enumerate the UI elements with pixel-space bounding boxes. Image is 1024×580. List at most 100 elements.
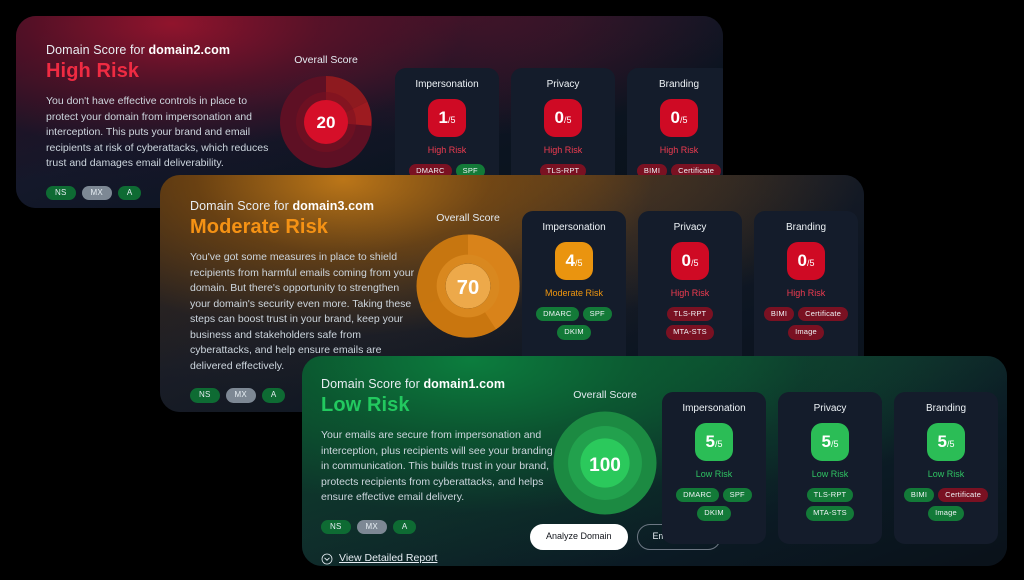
dns-chip-ns[interactable]: NS	[321, 519, 351, 535]
dns-chip-a[interactable]: A	[392, 519, 417, 535]
score-donut-svg: 70	[416, 234, 520, 338]
metric-score-badge: 1/5	[428, 99, 466, 137]
metric-score-value: 5	[821, 432, 831, 451]
metric-tags: TLS-RPT MTA-STS	[778, 488, 882, 521]
metric-title: Impersonation	[415, 79, 479, 90]
metric-score-value: 5	[937, 432, 947, 451]
metric-risk-label: High Risk	[670, 288, 710, 298]
metric-risk-label: Low Risk	[811, 469, 849, 479]
metric-title: Privacy	[813, 403, 847, 414]
view-detailed-report-link[interactable]: View Detailed Report	[321, 552, 553, 565]
metric-score-denominator: /5	[946, 439, 955, 449]
tag-image[interactable]: Image	[928, 506, 964, 521]
metric-card-privacy[interactable]: Privacy 0/5 High Risk TLS-RPT MTA-STS	[638, 211, 742, 367]
metric-score-denominator: /5	[447, 115, 456, 125]
tag-mta-sts[interactable]: MTA-STS	[666, 325, 714, 340]
metric-cards-domain1: Impersonation 5/5 Low Risk DMARC SPF DKI…	[662, 392, 998, 544]
metric-title: Impersonation	[542, 222, 606, 233]
metric-card-privacy[interactable]: Privacy 5/5 Low Risk TLS-RPT MTA-STS	[778, 392, 882, 544]
metric-score-value: 0	[670, 108, 680, 127]
metric-title: Branding	[925, 403, 967, 414]
tag-spf[interactable]: SPF	[582, 307, 612, 322]
overall-score-chart-domain1: Overall Score 100	[542, 389, 668, 519]
tag-dkim[interactable]: DKIM	[557, 325, 591, 340]
panel-domain-title: Domain Score for domain1.com	[321, 377, 553, 391]
risk-description: Your emails are secure from impersonatio…	[321, 429, 553, 503]
dns-chip-ns[interactable]: NS	[46, 185, 76, 201]
domain-title-prefix: Domain Score for	[190, 199, 293, 213]
metric-tags: BIMI Certificate Image	[754, 307, 858, 340]
metric-score-denominator: /5	[714, 439, 723, 449]
dns-chip-a[interactable]: A	[261, 388, 286, 403]
metric-score-value: 0	[554, 108, 564, 127]
dns-chip-mx[interactable]: MX	[81, 185, 112, 201]
domain-name: domain2.com	[148, 43, 231, 57]
metric-risk-label: High Risk	[786, 288, 826, 298]
metric-risk-label: Low Risk	[695, 469, 733, 479]
panel-domain-title: Domain Score for domain2.com	[46, 43, 278, 57]
tag-image[interactable]: Image	[788, 325, 824, 340]
overall-score-chart-domain3: Overall Score 70	[405, 212, 531, 342]
domain-name: domain3.com	[292, 199, 375, 213]
tag-tls-rpt[interactable]: TLS-RPT	[666, 307, 714, 322]
chevron-down-circle-icon	[321, 552, 333, 565]
dns-chip-a[interactable]: A	[117, 185, 142, 201]
metric-score-badge: 0/5	[787, 242, 825, 280]
metric-score-denominator: /5	[690, 258, 699, 268]
metric-score-badge: 5/5	[927, 423, 965, 461]
view-detailed-report-label: View Detailed Report	[339, 552, 438, 565]
dns-chip-mx[interactable]: MX	[356, 519, 387, 535]
tag-certificate[interactable]: Certificate	[938, 488, 989, 503]
panel-domain-title: Domain Score for domain3.com	[190, 199, 422, 213]
dashboard-canvas: Domain Score for domain2.com High Risk Y…	[0, 0, 1024, 580]
tag-dkim[interactable]: DKIM	[697, 506, 731, 521]
metric-cards-domain3: Impersonation 4/5 Moderate Risk DMARC SP…	[522, 211, 858, 367]
domain-score-panel-domain1[interactable]: Domain Score for domain1.com Low Risk Yo…	[302, 356, 1007, 566]
metric-score-value: 1	[438, 108, 448, 127]
tag-dmarc[interactable]: DMARC	[676, 488, 719, 503]
tag-spf[interactable]: SPF	[722, 488, 752, 503]
metric-risk-label: High Risk	[659, 145, 699, 155]
tag-dmarc[interactable]: DMARC	[536, 307, 579, 322]
metric-score-badge: 0/5	[671, 242, 709, 280]
metric-score-denominator: /5	[806, 258, 815, 268]
dns-chip-ns[interactable]: NS	[190, 388, 220, 403]
metric-score-denominator: /5	[679, 115, 688, 125]
score-value: 100	[589, 455, 621, 476]
score-donut-svg: 100	[553, 411, 657, 515]
metric-score-value: 0	[681, 251, 691, 270]
metric-card-branding[interactable]: Branding 0/5 High Risk BIMI Certificate …	[754, 211, 858, 367]
metric-score-badge: 4/5	[555, 242, 593, 280]
metric-score-badge: 0/5	[660, 99, 698, 137]
metric-card-branding[interactable]: Branding 5/5 Low Risk BIMI Certificate I…	[894, 392, 998, 544]
dns-record-chips: NS MX A	[321, 519, 553, 535]
risk-heading: Low Risk	[321, 394, 410, 416]
domain-title-prefix: Domain Score for	[321, 377, 424, 391]
tag-certificate[interactable]: Certificate	[798, 307, 849, 322]
overall-score-caption: Overall Score	[436, 212, 500, 224]
tag-bimi[interactable]: BIMI	[903, 488, 935, 503]
metric-score-denominator: /5	[574, 258, 583, 268]
score-value: 20	[317, 113, 336, 132]
metric-score-value: 0	[797, 251, 807, 270]
risk-description: You don't have effective controls in pla…	[46, 95, 269, 169]
metric-card-impersonation[interactable]: Impersonation 5/5 Low Risk DMARC SPF DKI…	[662, 392, 766, 544]
metric-score-denominator: /5	[830, 439, 839, 449]
metric-title: Branding	[658, 79, 700, 90]
metric-card-impersonation[interactable]: Impersonation 4/5 Moderate Risk DMARC SP…	[522, 211, 626, 367]
dns-chip-mx[interactable]: MX	[225, 388, 256, 403]
metric-score-badge: 5/5	[811, 423, 849, 461]
metric-score-value: 5	[705, 432, 715, 451]
metric-risk-label: Low Risk	[927, 469, 965, 479]
tag-tls-rpt[interactable]: TLS-RPT	[806, 488, 854, 503]
tag-mta-sts[interactable]: MTA-STS	[806, 506, 854, 521]
metric-score-badge: 5/5	[695, 423, 733, 461]
tag-bimi[interactable]: BIMI	[763, 307, 795, 322]
analyze-domain-button[interactable]: Analyze Domain	[530, 524, 628, 550]
overall-score-caption: Overall Score	[573, 389, 637, 401]
metric-score-value: 4	[565, 251, 575, 270]
metric-tags: BIMI Certificate Image	[894, 488, 998, 521]
metric-title: Impersonation	[682, 403, 746, 414]
metric-title: Privacy	[546, 79, 580, 90]
metric-risk-label: High Risk	[543, 145, 583, 155]
